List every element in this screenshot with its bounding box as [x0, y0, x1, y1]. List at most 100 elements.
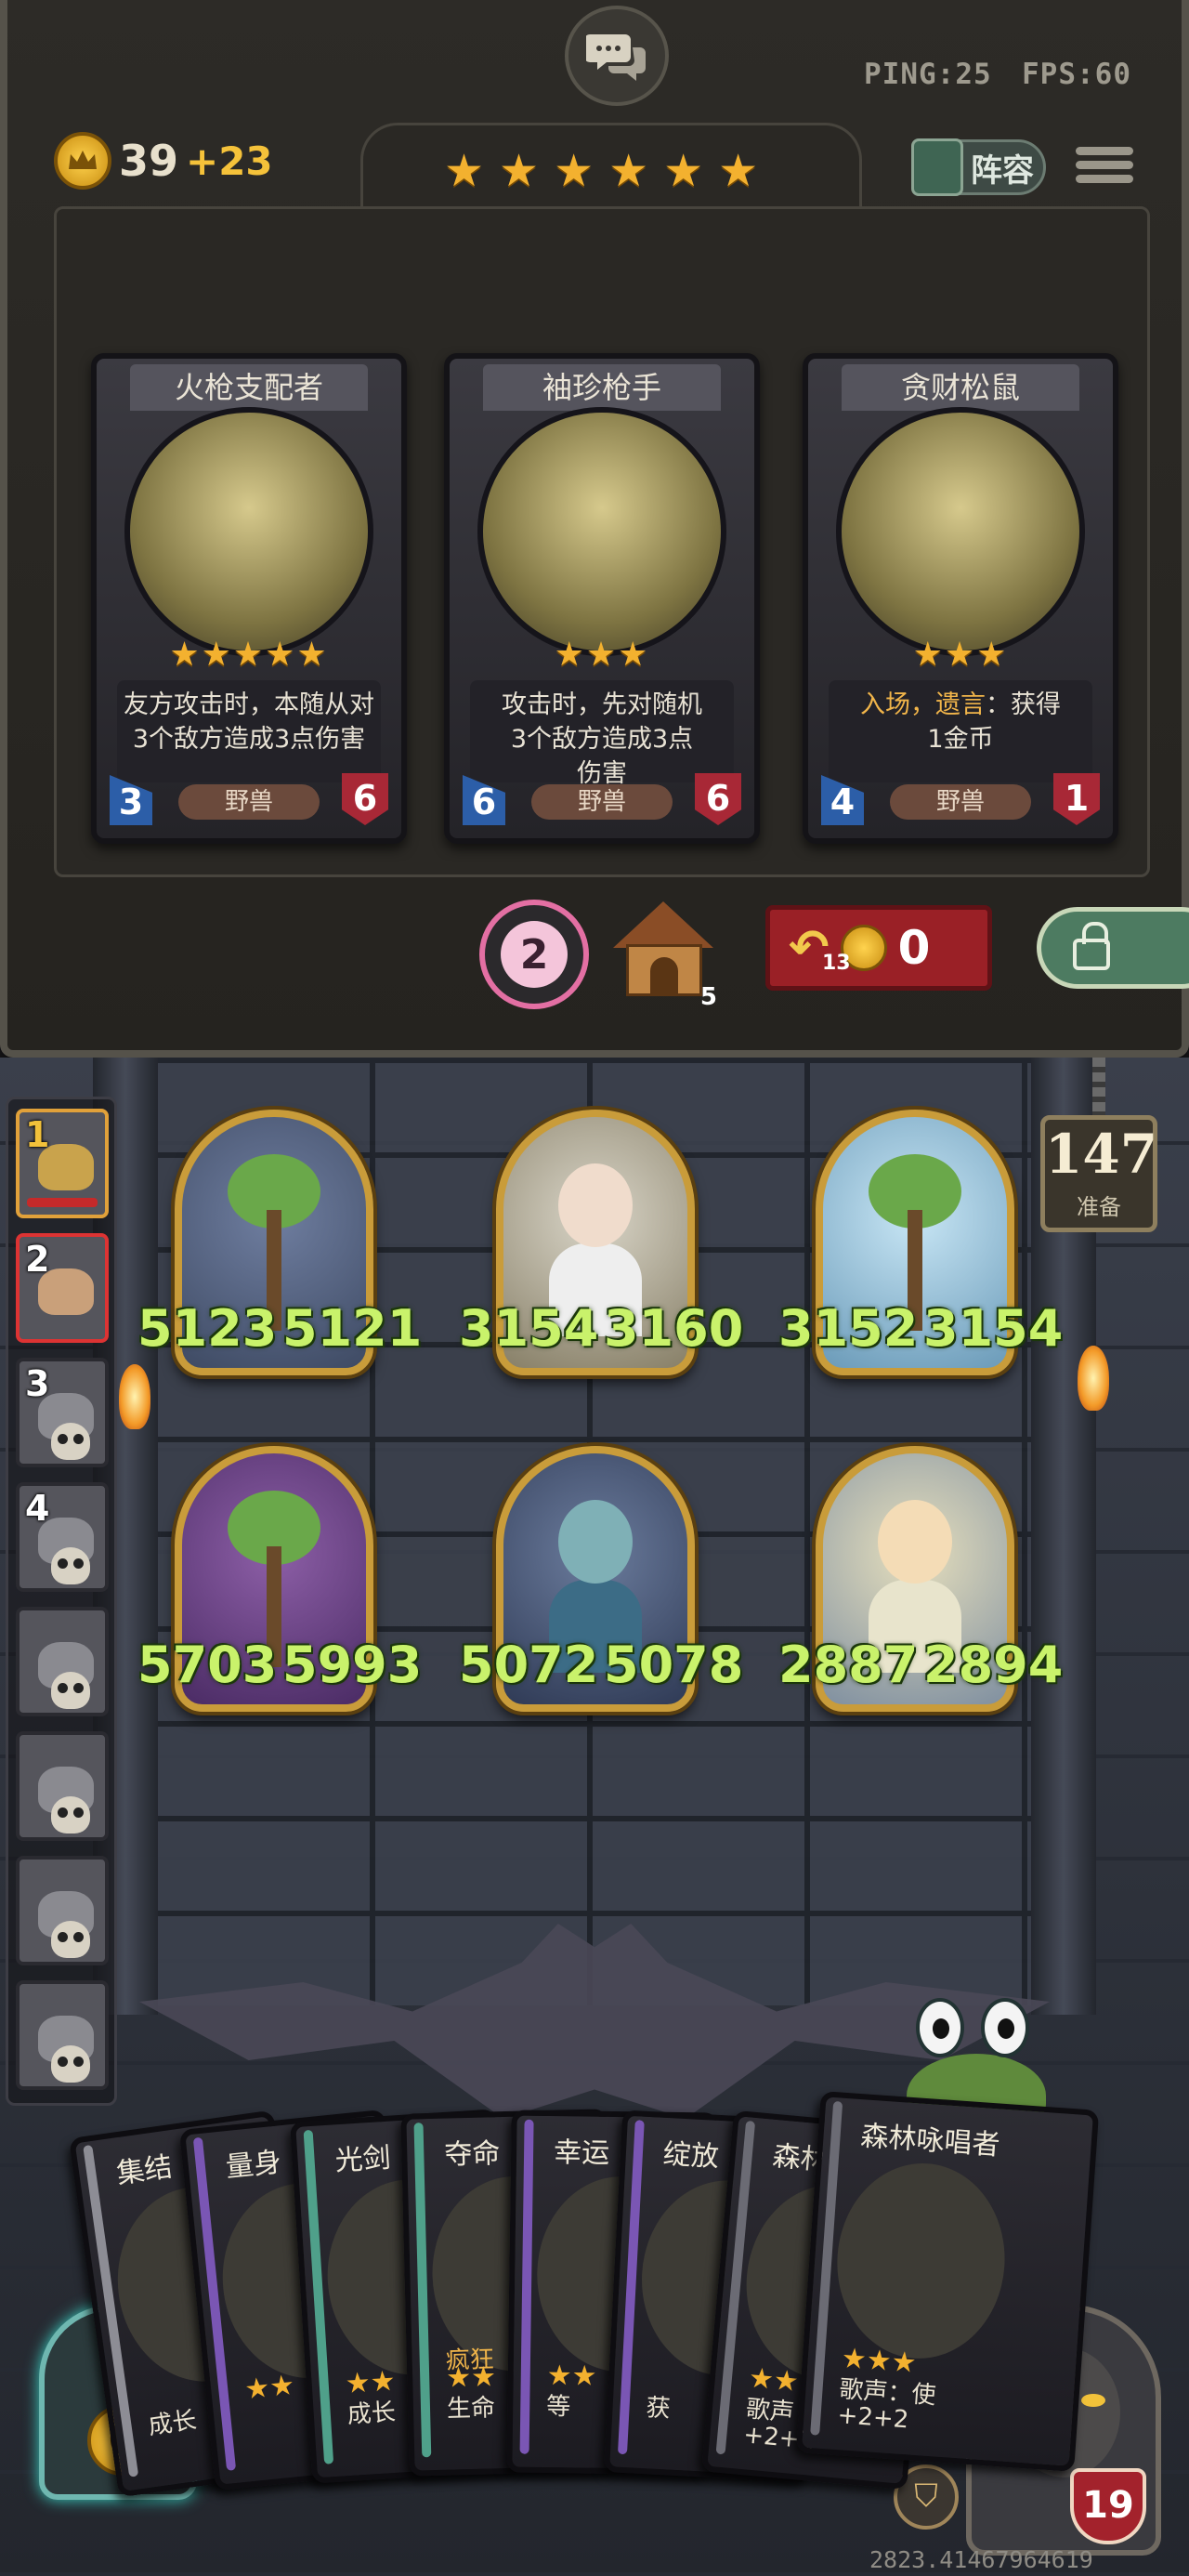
gold-income: +23	[186, 138, 273, 184]
lock-shop-button[interactable]	[1037, 907, 1189, 989]
flower-icon: 2	[501, 921, 568, 988]
favor-count: 2	[519, 930, 549, 979]
desc-line: 1金币	[927, 725, 994, 754]
gold-display: 39 +23	[54, 132, 273, 190]
prep-timer: 147 准备	[1040, 1115, 1157, 1232]
tavern-upgrade-button[interactable]: 5	[609, 898, 721, 1011]
skull-icon	[51, 1796, 90, 1833]
shop-card[interactable]: 贪财松鼠 ★★★ 入场，遗言：获得 1金币 4 野兽 1	[803, 353, 1118, 844]
player-rank: 4	[25, 1488, 50, 1529]
health-bar	[27, 1198, 98, 1207]
prep-count: 147	[1045, 1123, 1158, 1186]
star-icon: ★	[499, 145, 540, 197]
star-icon: ★	[663, 145, 704, 197]
hand-card-name: 幸运	[553, 2136, 610, 2170]
torch-flame-icon	[1078, 1346, 1109, 1411]
player-slot[interactable]	[16, 1980, 109, 2090]
minion-attack: 5123	[137, 1299, 278, 1358]
minion-health: 5121	[282, 1299, 423, 1358]
hand-card[interactable]: 森林咏唱者 ★★★ 歌声：使 +2+2	[795, 2091, 1100, 2472]
minion-attack: 3154	[459, 1299, 599, 1358]
hand-card-name: 光剑	[333, 2141, 392, 2178]
card-description: 友方攻击时，本随从对 3个敌方造成3点伤害	[117, 680, 381, 782]
hand-card-name: 森林咏唱者	[859, 2120, 1001, 2162]
tavern-roof-icon	[613, 901, 713, 948]
hand-card-name: 集结	[114, 2150, 175, 2191]
tavern-star-rating: ★ ★ ★ ★ ★ ★	[444, 149, 758, 193]
minion-health: 5993	[282, 1636, 423, 1694]
game-seed: 2823.41467964619	[869, 2546, 1093, 2573]
player-slot[interactable]	[16, 1856, 109, 1965]
minion-health: 3160	[604, 1299, 744, 1358]
desc-line: ：获得	[986, 690, 1061, 719]
player-rank: 1	[25, 1114, 50, 1155]
star-icon: ★	[444, 145, 485, 197]
hand-card-bonus: +2+2	[836, 2401, 910, 2435]
tavern-tier: 5	[699, 983, 717, 1011]
lineup-label: 阵容	[971, 151, 1034, 190]
star-icon: ★	[608, 145, 649, 197]
menu-button[interactable]	[1076, 141, 1133, 199]
desc-line: 攻击时，先对随机	[502, 690, 702, 719]
skull-icon	[51, 2045, 90, 2083]
chat-button[interactable]	[565, 6, 669, 106]
hero-health: 19	[1070, 2468, 1146, 2544]
minion-attack: 3152	[778, 1299, 919, 1358]
star-icon: ★	[718, 145, 759, 197]
torch-flame-icon	[119, 1364, 150, 1429]
desc-line: 3个敌方造成3点伤害	[132, 725, 366, 754]
hand-card-text: 等	[546, 2393, 571, 2422]
hand-card-name: 绽放	[661, 2137, 720, 2174]
refresh-count: 13	[822, 952, 851, 975]
gold-amount: 39	[119, 136, 179, 186]
favor-button[interactable]: 2	[479, 900, 589, 1009]
minion-attack: 5703	[137, 1636, 278, 1694]
player-slot[interactable]: 3	[16, 1358, 109, 1467]
card-description: 攻击时，先对随机 3个敌方造成3点 伤害	[470, 680, 734, 788]
hand-card-text: 生命	[446, 2394, 496, 2424]
skull-icon	[51, 1547, 90, 1584]
hand-card-text: 成长	[346, 2398, 397, 2430]
card-portrait	[124, 407, 373, 656]
player-slot[interactable]	[16, 1731, 109, 1841]
crown-coin-icon	[54, 132, 111, 190]
card-portrait	[836, 407, 1085, 656]
skull-icon	[51, 1921, 90, 1958]
player-slot[interactable]: 2	[16, 1233, 109, 1343]
hamburger-icon	[1076, 147, 1133, 155]
chat-bubbles-icon	[586, 34, 646, 81]
card-name: 贪财松鼠	[842, 364, 1079, 411]
shop-card[interactable]: 火枪支配者 ★★★★★ 友方攻击时，本随从对 3个敌方造成3点伤害 3 野兽 6	[91, 353, 407, 844]
minion-health: 2894	[923, 1636, 1064, 1694]
refresh-arrow-icon: ↶ 13	[789, 920, 851, 976]
card-stars: ★★★	[554, 636, 650, 674]
tribe-label: 野兽	[531, 784, 673, 820]
star-icon: ★	[554, 145, 594, 197]
hand-card-text: 疯狂	[445, 2346, 495, 2375]
ping-readout: PING:25	[864, 58, 992, 91]
attack-stat: 3	[110, 775, 152, 825]
card-portrait	[477, 407, 726, 656]
minion-health: 3154	[923, 1299, 1064, 1358]
prep-label: 准备	[1077, 1194, 1121, 1220]
refresh-cost: 0	[897, 921, 931, 975]
card-stars: ★★★★★	[169, 636, 329, 674]
refresh-button[interactable]: ↶ 13 0	[765, 905, 992, 991]
tribe-label: 野兽	[890, 784, 1031, 820]
player-rank: 3	[25, 1363, 50, 1404]
hand-card-stars: ★★	[242, 2369, 296, 2407]
hand-card-name: 夺命	[443, 2137, 501, 2172]
player-slot[interactable]: 1	[16, 1109, 109, 1218]
minion-attack: 2887	[778, 1636, 919, 1694]
card-description: 入场，遗言：获得 1金币	[829, 680, 1092, 782]
card-name: 火枪支配者	[130, 364, 368, 411]
player-slot[interactable]	[16, 1607, 109, 1716]
player-slot[interactable]: 4	[16, 1482, 109, 1592]
lineup-button[interactable]: 阵容	[911, 138, 1046, 196]
book-icon	[911, 138, 963, 196]
minion-health: 5078	[604, 1636, 744, 1694]
tribe-label: 野兽	[178, 784, 320, 820]
card-art	[830, 2157, 1012, 2364]
shop-card[interactable]: 袖珍枪手 ★★★ 攻击时，先对随机 3个敌方造成3点 伤害 6 野兽 6	[444, 353, 760, 844]
shop-panel: PING:25 FPS:60 39 +23 ★ ★ ★ ★ ★ ★ 阵容 火枪支配者 ★★★…	[0, 0, 1189, 1058]
